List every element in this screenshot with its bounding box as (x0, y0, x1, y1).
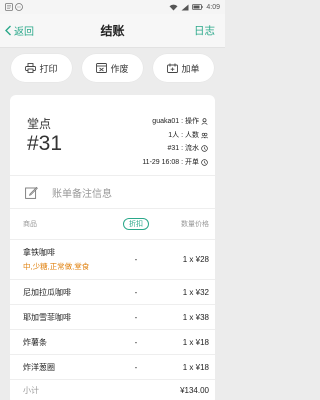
status-bar: 4:09 (0, 0, 225, 14)
chevron-left-icon (5, 25, 11, 36)
item-name: 尼加拉瓜咖啡 (23, 287, 71, 297)
item-name: 耶加雪菲咖啡 (23, 312, 71, 322)
item-discount: - (134, 362, 138, 372)
people-icon (201, 132, 208, 139)
app-bar: 返回 结账 日志 (0, 14, 225, 48)
system-indicators: 4:09 (169, 4, 220, 11)
item-qty-price: 1 x ¥28 (182, 255, 209, 264)
print-button[interactable]: 打印 (11, 54, 72, 82)
list-item[interactable]: 耶加雪菲咖啡 - 1 x ¥38 (10, 304, 215, 329)
item-discount: - (134, 312, 138, 322)
bill-note-field[interactable]: 账单备注信息 (10, 175, 215, 209)
log-button[interactable]: 日志 (165, 23, 225, 38)
discount-badge[interactable]: 折扣 (123, 218, 149, 230)
battery-icon (192, 4, 203, 10)
guest-count-row: 1人 : 人数 (142, 129, 208, 143)
operator-row: guaka01 : 操作 (142, 115, 208, 129)
item-discount: - (134, 255, 138, 264)
action-bar: 打印 作废 加单 (0, 54, 225, 82)
open-time-row: 11-29 16:08 : 开单 (142, 156, 208, 170)
void-label: 作废 (110, 63, 129, 74)
column-name: 商品 (23, 221, 37, 228)
order-info: guaka01 : 操作 1人 : 人数 #31 : 流水 11-29 16:0… (142, 115, 208, 169)
column-qty-price: 数量价格 (181, 221, 209, 228)
person-icon (201, 118, 208, 126)
back-button[interactable]: 返回 (0, 23, 60, 38)
order-card: 堂点 #31 guaka01 : 操作 1人 : 人数 #31 : 流水 11-… (10, 95, 215, 400)
item-qty-price: 1 x ¥32 (182, 287, 209, 297)
item-name: 拿铁咖啡 (23, 248, 55, 257)
page-title: 结账 (100, 24, 125, 38)
subtotal-value: ¥134.00 (180, 386, 209, 395)
printer-icon (25, 63, 37, 73)
list-item[interactable]: 尼加拉瓜咖啡 - 1 x ¥32 (10, 279, 215, 304)
serial-row: #31 : 流水 (142, 142, 208, 156)
dine-type-label: 堂点 (27, 117, 52, 131)
column-discount: 折扣 (111, 218, 161, 230)
back-label: 返回 (14, 27, 34, 38)
item-columns-header: 商品 折扣 数量价格 (10, 209, 215, 239)
guest-count-text: 1人 : 人数 (168, 131, 199, 139)
void-icon (96, 63, 108, 73)
clock-icon (201, 159, 208, 166)
item-name-block: 拿铁咖啡 中,少糖,正常做,堂食 (23, 247, 111, 272)
item-qty-price: 1 x ¥38 (182, 312, 209, 322)
wifi-icon (169, 4, 178, 10)
bill-note-placeholder: 账单备注信息 (52, 188, 112, 200)
item-name: 炸洋葱圈 (23, 362, 55, 372)
item-qty-price: 1 x ¥18 (182, 337, 209, 347)
serial-text: #31 : 流水 (167, 145, 199, 152)
item-options: 中,少糖,正常做,堂食 (23, 262, 90, 271)
add-order-label: 加单 (181, 63, 200, 74)
notification-icons (5, 3, 23, 11)
print-label: 打印 (39, 63, 58, 74)
list-item[interactable]: 炸薯条 - 1 x ¥18 (10, 329, 215, 354)
order-header: 堂点 #31 guaka01 : 操作 1人 : 人数 #31 : 流水 11-… (10, 95, 215, 175)
table-number: #31 (27, 132, 63, 155)
status-time: 4:09 (206, 3, 220, 11)
edit-icon (25, 186, 38, 199)
operator-text: guaka01 : 操作 (152, 118, 199, 125)
void-button[interactable]: 作废 (82, 54, 143, 82)
item-discount: - (134, 287, 138, 297)
item-discount: - (134, 337, 138, 347)
list-item[interactable]: 拿铁咖啡 中,少糖,正常做,堂食 - 1 x ¥28 (10, 239, 215, 279)
signal-icon (181, 4, 189, 10)
item-name: 炸薯条 (23, 337, 47, 347)
add-order-button[interactable]: 加单 (153, 54, 214, 82)
item-qty-price: 1 x ¥18 (182, 362, 209, 372)
notification-icon (5, 3, 13, 11)
chat-icon (15, 3, 23, 11)
open-time-text: 11-29 16:08 : 开单 (142, 158, 199, 166)
add-order-icon (167, 63, 179, 73)
clock-icon (201, 145, 208, 152)
subtotal-label: 小计 (23, 386, 39, 395)
list-item[interactable]: 炸洋葱圈 - 1 x ¥18 (10, 354, 215, 379)
subtotal-row: 小计 ¥134.00 (10, 379, 215, 400)
